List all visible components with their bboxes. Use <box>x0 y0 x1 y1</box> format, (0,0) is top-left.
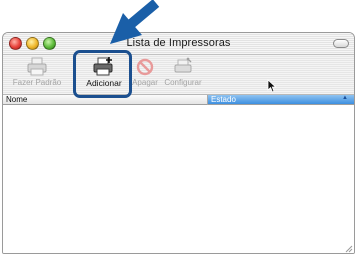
delete-button[interactable]: Apagar <box>130 57 160 87</box>
column-header-status[interactable]: Estado ▲ <box>208 95 354 104</box>
pointer-arrow-icon <box>110 0 160 44</box>
mouse-cursor-icon <box>267 79 277 93</box>
printer-list[interactable] <box>3 106 354 253</box>
make-default-button[interactable]: Fazer Padrão <box>7 57 67 87</box>
printer-list-window: Lista de Impressoras Fazer Padrão Adicio… <box>2 32 355 254</box>
column-header-name[interactable]: Nome <box>6 95 27 104</box>
printer-default-icon <box>27 57 47 76</box>
delete-icon <box>136 58 154 76</box>
toolbar: Fazer Padrão Adicionar Apagar Configurar <box>3 55 354 95</box>
column-header-status-label: Estado <box>211 95 236 104</box>
add-button-highlight <box>73 50 132 98</box>
make-default-label: Fazer Padrão <box>12 78 62 87</box>
configure-icon <box>174 57 192 73</box>
window-title: Lista de Impressoras <box>126 37 231 49</box>
configure-label: Configurar <box>164 78 202 87</box>
sort-ascending-icon: ▲ <box>342 95 348 101</box>
configure-button[interactable]: Configurar <box>163 57 203 87</box>
title-bar[interactable]: Lista de Impressoras <box>3 33 354 55</box>
list-header: Nome Estado ▲ <box>3 95 354 105</box>
resize-grip-icon[interactable] <box>344 244 353 253</box>
toolbar-toggle-button[interactable] <box>333 39 349 48</box>
delete-label: Apagar <box>132 78 158 87</box>
